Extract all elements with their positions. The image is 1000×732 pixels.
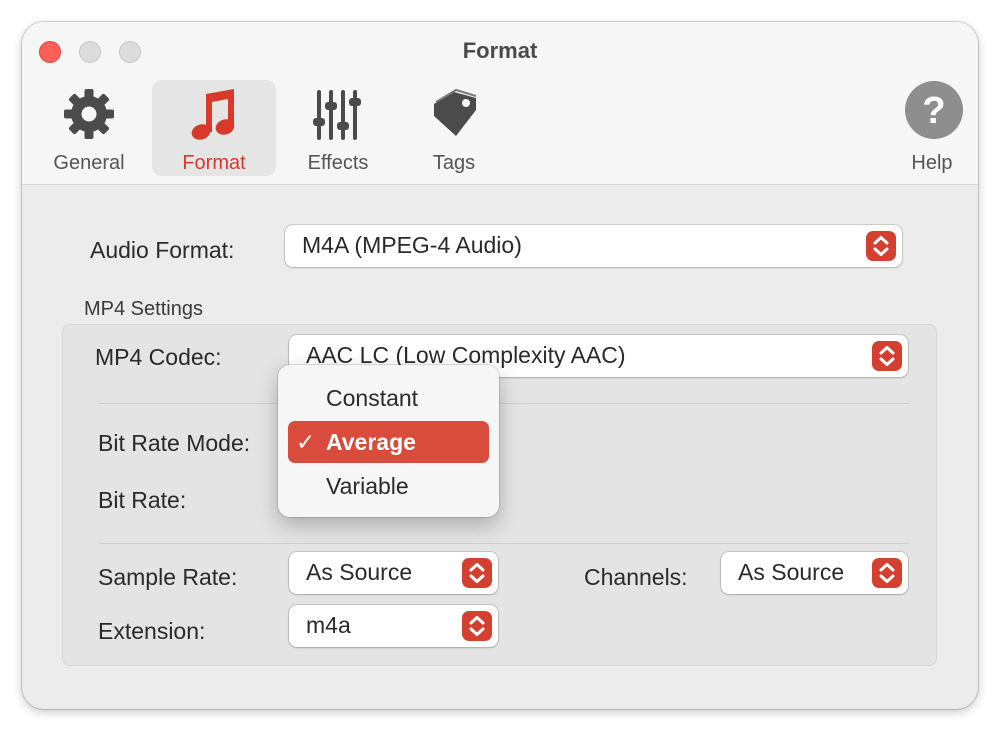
sliders-icon [313,90,361,140]
toolbar-format-tab[interactable]: Format [152,80,276,176]
extension-stepper [462,611,492,641]
sample-rate-stepper [462,558,492,588]
chevron-updown-icon [873,236,889,256]
window-title: Format [462,38,538,63]
svg-text:?: ? [922,90,945,132]
format-window: Format General Format Effects Tags ? Hel… [22,22,978,709]
help-label: Help [911,152,953,174]
gear-icon [64,89,114,139]
menu-item-label: Constant [326,385,419,411]
extension-popup[interactable]: m4a [289,605,498,647]
toolbar: Format General Format Effects Tags ? Hel… [22,22,978,185]
sample-rate-label: Sample Rate: [98,564,238,590]
toolbar-effects-tab[interactable]: Effects [276,80,400,176]
help-button[interactable]: ? Help [870,80,978,176]
channels-stepper [872,558,902,588]
toolbar-tags-tab[interactable]: Tags [392,80,516,176]
channels-value: As Source [738,559,845,585]
separator [98,403,910,404]
audio-format-popup[interactable]: M4A (MPEG-4 Audio) [285,225,902,267]
toolbar-general-tab[interactable]: General [27,80,151,176]
checkmark-icon: ✓ [296,429,316,455]
question-icon: ? [905,81,963,139]
channels-label: Channels: [584,564,688,590]
toolbar-tags-label: Tags [432,152,476,174]
menu-item-variable[interactable]: Variable [288,465,489,507]
bit-rate-mode-label: Bit Rate Mode: [98,430,251,456]
bit-rate-label: Bit Rate: [98,487,187,513]
chevron-updown-icon [879,563,895,583]
separator [98,543,910,544]
mp4-settings-title: MP4 Settings [84,298,203,320]
music-note-icon [191,89,235,140]
extension-label: Extension: [98,618,206,644]
channels-popup[interactable]: As Source [721,552,908,594]
extension-value: m4a [306,612,351,638]
tag-icon [434,88,477,136]
toolbar-general-label: General [53,152,125,174]
sample-rate-popup[interactable]: As Source [289,552,498,594]
chevron-updown-icon [469,563,485,583]
toolbar-format-label: Format [182,152,246,174]
chevron-updown-icon [469,616,485,636]
menu-item-label: Average [326,429,416,455]
toolbar-effects-label: Effects [307,152,369,174]
menu-item-average[interactable]: ✓ Average [288,421,489,463]
sample-rate-value: As Source [306,559,413,585]
chevron-updown-icon [879,346,895,366]
menu-item-constant[interactable]: Constant [288,377,489,419]
bit-rate-mode-menu: Constant ✓ Average Variable [278,365,499,517]
audio-format-value: M4A (MPEG-4 Audio) [302,232,522,258]
audio-format-stepper [866,231,896,261]
audio-format-label: Audio Format: [90,237,235,263]
mp4-codec-stepper [872,341,902,371]
menu-item-label: Variable [326,473,409,499]
mp4-codec-label: MP4 Codec: [95,344,222,370]
